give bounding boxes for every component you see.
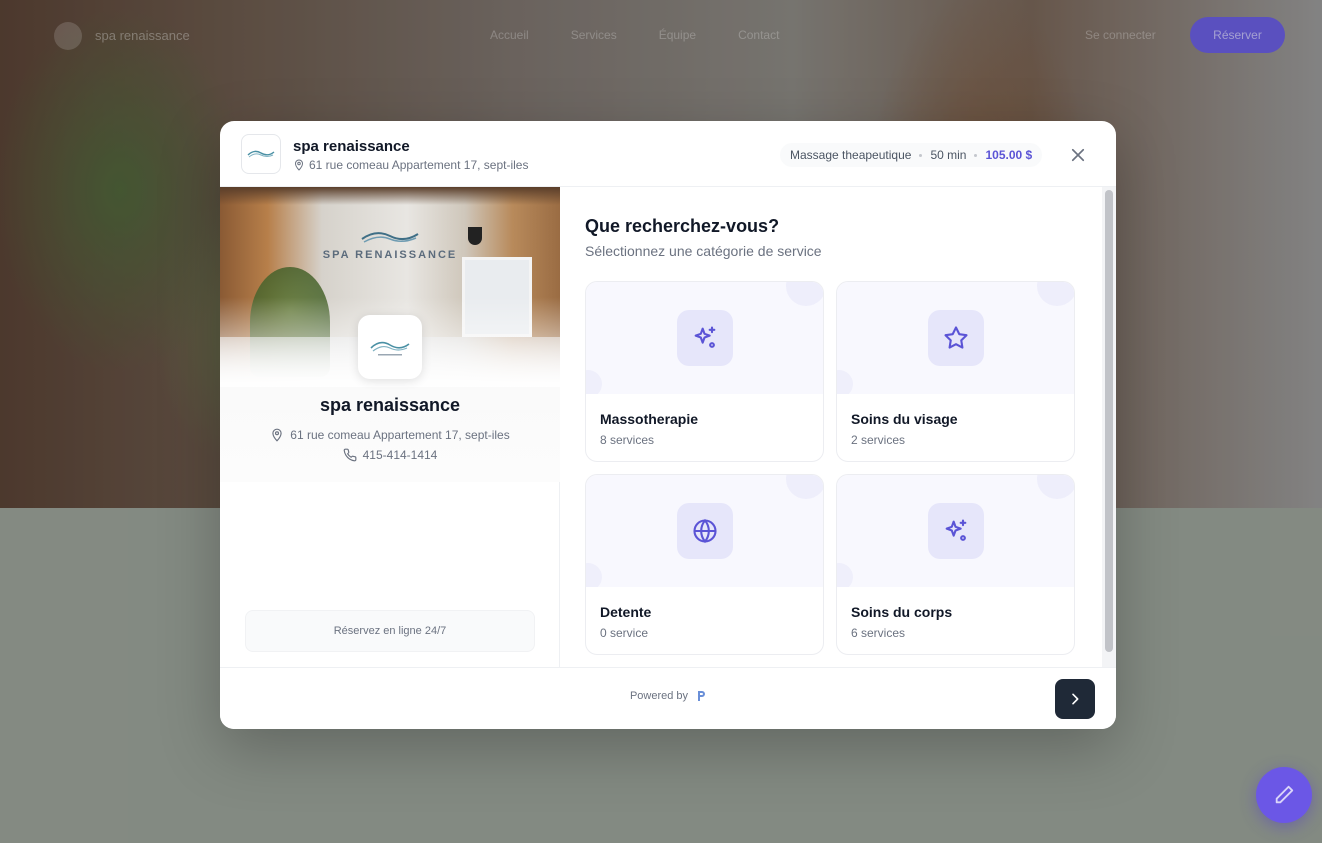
business-address-text: 61 rue comeau Appartement 17, sept-iles	[290, 428, 510, 442]
category-subtitle: Sélectionnez une catégorie de service	[585, 243, 822, 259]
category-card-header	[586, 282, 823, 394]
business-address: 61 rue comeau Appartement 17, sept-iles	[220, 428, 560, 442]
category-count: 8 services	[600, 433, 655, 447]
category-icon-box	[677, 310, 733, 366]
card-decoration	[786, 282, 823, 306]
summary-service: Massage theapeutique	[790, 148, 912, 162]
category-icon-box	[928, 310, 984, 366]
close-button[interactable]	[1066, 143, 1090, 167]
map-pin-icon	[272, 428, 282, 442]
category-card-detente[interactable]: Detente 0 service	[585, 474, 824, 655]
card-decoration	[786, 475, 823, 499]
category-name: Soins du visage	[851, 411, 958, 427]
summary-separator	[919, 153, 923, 157]
category-count: 2 services	[851, 433, 906, 447]
category-card-soins-du-corps[interactable]: Soins du corps 6 services	[836, 474, 1075, 655]
category-scrollbar[interactable]	[1102, 187, 1116, 667]
card-decoration	[586, 563, 602, 587]
card-decoration	[1037, 282, 1074, 306]
category-name: Soins du corps	[851, 604, 953, 620]
category-name: Detente	[600, 604, 652, 620]
category-card-header	[837, 282, 1074, 394]
business-logo	[241, 134, 281, 174]
category-panel: Que recherchez-vous? Sélectionnez une ca…	[561, 187, 1116, 667]
close-icon	[1071, 148, 1085, 162]
category-count: 6 services	[851, 626, 906, 640]
summary-separator	[974, 153, 978, 157]
floating-edit-button[interactable]	[1256, 767, 1312, 823]
map-pin-icon	[295, 159, 303, 171]
booking-modal: spa renaissance 61 rue comeau Appartemen…	[220, 121, 1116, 729]
business-logo-large	[358, 315, 422, 379]
pencil-icon	[1275, 785, 1294, 804]
card-decoration	[1037, 475, 1074, 499]
selected-service-summary: Massage theapeutique 50 min 105.00 $	[780, 143, 1043, 167]
category-title: Que recherchez-vous?	[585, 216, 780, 236]
category-icon-box	[928, 503, 984, 559]
category-card-soins-du-visage[interactable]: Soins du visage 2 services	[836, 281, 1075, 462]
header-business-name: spa renaissance	[293, 138, 410, 155]
header-address: 61 rue comeau Appartement 17, sept-iles	[293, 158, 528, 172]
category-icon-box	[677, 503, 733, 559]
online-booking-badge: Réservez en ligne 24/7	[245, 610, 535, 652]
provider-logo-icon	[698, 691, 706, 701]
card-decoration	[837, 563, 853, 587]
summary-price: 105.00 $	[985, 148, 1033, 162]
header-address-text: 61 rue comeau Appartement 17, sept-iles	[309, 158, 529, 172]
category-card-massotherapie[interactable]: Massotherapie 8 services	[585, 281, 824, 462]
sparkles-icon	[945, 519, 967, 541]
business-phone[interactable]: 415-414-1414	[220, 448, 560, 462]
star-icon	[944, 326, 968, 349]
cover-logo-waves	[361, 232, 419, 243]
phone-icon	[343, 448, 357, 462]
category-name: Massotherapie	[600, 411, 699, 427]
category-card-header	[837, 475, 1074, 587]
business-panel: SPA RENAISSANCE spa renaissance 61 rue c…	[220, 187, 560, 667]
scrollbar-thumb[interactable]	[1105, 190, 1113, 652]
spa-renaissance-logo-icon	[370, 341, 410, 356]
chevron-right-icon	[1072, 693, 1079, 705]
powered-by-label: Powered by	[629, 690, 689, 702]
sparkles-icon	[694, 326, 716, 348]
modal-footer: Powered by	[220, 667, 1116, 729]
modal-header: spa renaissance 61 rue comeau Appartemen…	[220, 121, 1116, 187]
category-count: 0 service	[600, 626, 649, 640]
cover-ceiling	[220, 187, 560, 205]
powered-by: Powered by	[220, 690, 1116, 702]
spa-renaissance-logo-icon	[247, 150, 275, 158]
next-button[interactable]	[1055, 679, 1095, 719]
card-decoration	[586, 370, 602, 394]
category-card-header	[586, 475, 823, 587]
globe-icon	[693, 518, 717, 544]
card-decoration	[837, 370, 853, 394]
cover-lamp	[468, 227, 482, 245]
business-name: spa renaissance	[319, 395, 461, 415]
business-phone-text: 415-414-1414	[362, 448, 438, 462]
summary-duration: 50 min	[930, 148, 967, 162]
